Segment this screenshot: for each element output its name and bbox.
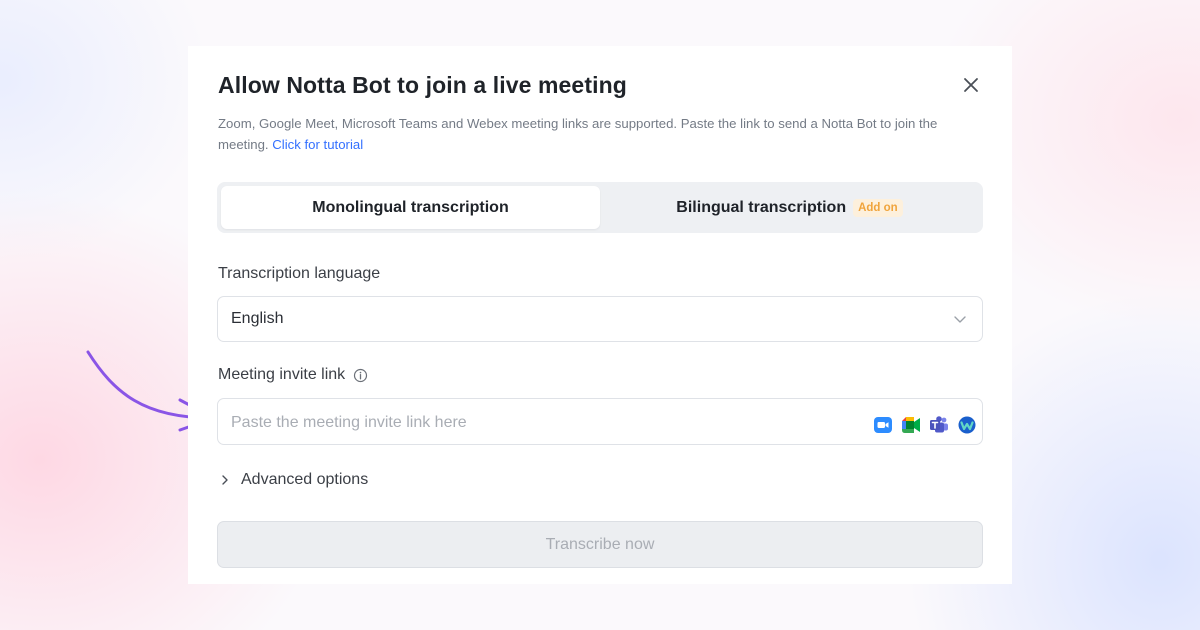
join-meeting-dialog: Allow Notta Bot to join a live meeting Z… <box>188 46 1012 584</box>
advanced-options-toggle[interactable]: Advanced options <box>220 471 368 489</box>
transcribe-now-button[interactable]: Transcribe now <box>217 521 983 568</box>
meeting-invite-link-label: Meeting invite link <box>218 366 368 384</box>
meeting-invite-link-field[interactable] <box>217 398 983 446</box>
microsoft-teams-icon <box>929 415 949 435</box>
tab-monolingual-label: Monolingual transcription <box>312 198 509 216</box>
transcribe-now-label: Transcribe now <box>545 535 655 553</box>
tab-monolingual[interactable]: Monolingual transcription <box>221 186 600 229</box>
close-button[interactable] <box>960 74 982 96</box>
webex-icon <box>957 415 977 435</box>
chevron-right-icon <box>220 474 230 486</box>
dialog-description: Zoom, Google Meet, Microsoft Teams and W… <box>218 113 988 155</box>
supported-platform-icons <box>873 415 977 435</box>
dialog-title: Allow Notta Bot to join a live meeting <box>218 72 627 98</box>
info-icon[interactable] <box>353 368 368 383</box>
google-meet-icon <box>901 415 921 435</box>
transcription-language-select[interactable]: English <box>217 296 983 342</box>
tab-bilingual-label: Bilingual transcription <box>676 198 847 216</box>
transcription-language-label-text: Transcription language <box>218 265 381 282</box>
zoom-icon <box>873 415 893 435</box>
advanced-options-label: Advanced options <box>241 471 369 488</box>
tutorial-link[interactable]: Click for tutorial <box>272 137 363 152</box>
transcription-language-label: Transcription language <box>218 265 380 283</box>
meeting-invite-link-label-text: Meeting invite link <box>218 366 346 383</box>
meeting-invite-link-input[interactable] <box>218 399 873 446</box>
selected-language: English <box>231 310 284 327</box>
tab-bilingual[interactable]: Bilingual transcription Add on <box>600 186 979 229</box>
transcription-mode-switch: Monolingual transcription Bilingual tran… <box>217 182 983 233</box>
close-icon <box>964 78 978 92</box>
chevron-down-icon <box>954 316 966 323</box>
addon-badge: Add on <box>853 198 903 217</box>
